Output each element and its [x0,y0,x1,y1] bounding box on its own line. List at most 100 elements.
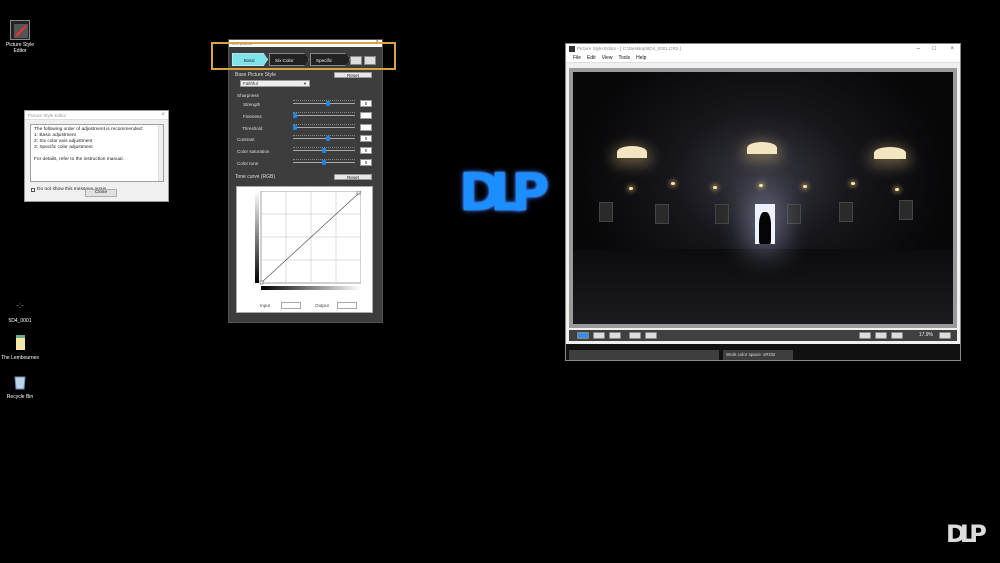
ceiling-lamp [759,184,763,187]
checkbox-box[interactable] [31,187,35,192]
maximize-icon[interactable]: □ [932,44,936,54]
fineness-value[interactable] [360,112,372,119]
ceiling-lamp [803,185,807,188]
output-field[interactable] [337,302,357,309]
zoom-in-icon[interactable] [875,332,887,339]
dialog-title: Picture Style Editor [28,113,67,118]
base-reset-button[interactable]: Reset [334,72,372,78]
menu-help[interactable]: Help [633,54,649,62]
desktop-icon-the-lembournes[interactable]: The Lembournes [0,333,40,361]
ceiling-lamp [713,186,717,189]
desktop-icon-5d4-0001[interactable]: -:- 5D4_0001 [0,296,40,324]
tone-curve-graph[interactable] [253,191,361,291]
input-label: Input [260,303,271,308]
strength-slider[interactable] [293,100,355,107]
tone-curve-title: Tone curve (RGB) [235,174,276,180]
slider-ticks [293,112,355,114]
rotate-left-icon[interactable] [629,332,641,339]
slider-knob[interactable] [322,160,326,165]
zoom-level: 17.9% [918,332,933,338]
contrast-value[interactable]: 0 [360,135,372,142]
menu-file[interactable]: File [570,54,584,62]
window [787,204,801,224]
slider-ticks [293,135,355,137]
raw-file-icon: -:- [16,301,24,310]
desktop-icon-picture-style-editor[interactable]: Picture Style Editor [0,20,40,54]
contrast-slider[interactable] [293,135,355,142]
close-icon[interactable]: × [161,111,165,120]
desktop-icon-label: The Lembournes [1,355,39,361]
ceiling-lamp [895,188,899,191]
curve-point [356,191,361,195]
desktop-icon-label: 5D4_0001 [8,318,32,324]
watermark-logo: DLP [946,520,987,548]
menu-tools[interactable]: Tools [615,54,633,62]
side-by-side-icon[interactable] [609,332,621,339]
threshold-label: Threshold [242,126,263,131]
threshold-slider[interactable] [293,124,355,131]
curve-point [259,280,264,285]
color-tone-slider[interactable] [293,159,355,166]
menu-bar: File Edit View Tools Help [566,54,960,63]
strength-label: Strength [243,102,261,107]
slider-knob[interactable] [293,113,297,118]
ceiling-lamp [874,147,906,159]
rotate-right-icon[interactable] [645,332,657,339]
color-space-status: Work color space: sRGB [723,350,793,360]
slider-knob[interactable] [322,148,326,153]
desktop-icon-recycle-bin[interactable]: Recycle Bin [0,372,40,400]
input-field[interactable] [281,302,301,309]
preview-photo [573,72,953,324]
fit-icon[interactable] [859,332,871,339]
view-toolbar: 17.9% [569,330,957,341]
status-bar: Work color space: sRGB [566,344,960,360]
color-saturation-slider[interactable] [293,147,355,154]
base-picture-style-title: Base Picture Style [235,72,276,78]
zoom-out-icon[interactable] [891,332,903,339]
single-view-icon[interactable] [577,332,589,339]
slider-ticks [293,124,355,126]
fineness-label: Fineness [243,114,262,119]
slider-track [293,127,355,128]
sharpness-label: Sharpness [237,93,259,98]
ceiling-lamp [747,142,777,154]
menu-edit[interactable]: Edit [584,54,599,62]
settings-icon[interactable] [939,332,951,339]
color-tone-value[interactable]: 0 [360,159,372,166]
scrollbar[interactable] [158,125,163,181]
editor-title: Picture Style Editor - [ C:\Desktop\5D4_… [577,46,681,51]
slider-knob[interactable] [326,101,331,106]
threshold-value[interactable] [360,124,372,131]
window [839,202,853,222]
split-view-icon[interactable] [593,332,605,339]
slider-knob[interactable] [293,125,297,130]
minimize-icon[interactable]: – [917,44,920,54]
color-saturation-value[interactable]: 0 [360,147,372,154]
window [655,204,669,224]
color-saturation-label: Color saturation [237,149,270,154]
slider-knob[interactable] [326,136,331,141]
couple-silhouette [759,212,771,244]
dlp-logo: DLP [459,163,549,223]
ceiling-lamp [629,187,633,190]
tabs-highlight-box [211,42,396,70]
strength-value[interactable]: 0 [360,100,372,107]
tone-curve-panel: Input Output [236,186,373,313]
floor [573,249,953,324]
menu-view[interactable]: View [599,54,616,62]
output-label: Output [315,303,329,308]
contrast-label: Contrast [237,137,255,142]
desktop-icon-label: Picture Style Editor [5,42,35,54]
folder-file-icon [10,333,30,353]
tool-palette: Tool palette × Basic Six Color Axes Spec… [228,39,383,323]
fineness-slider[interactable] [293,112,355,119]
window [599,202,613,222]
image-preview-pane[interactable] [569,68,957,328]
slider-ticks [293,100,355,102]
base-style-select[interactable]: Faithful ▼ [240,80,310,87]
close-icon[interactable]: × [950,44,954,54]
tone-reset-button[interactable]: Reset [334,174,372,180]
slider-track [293,138,355,139]
message-dialog: Picture Style Editor × The following ord… [24,110,169,202]
close-button[interactable]: Close [85,189,117,197]
